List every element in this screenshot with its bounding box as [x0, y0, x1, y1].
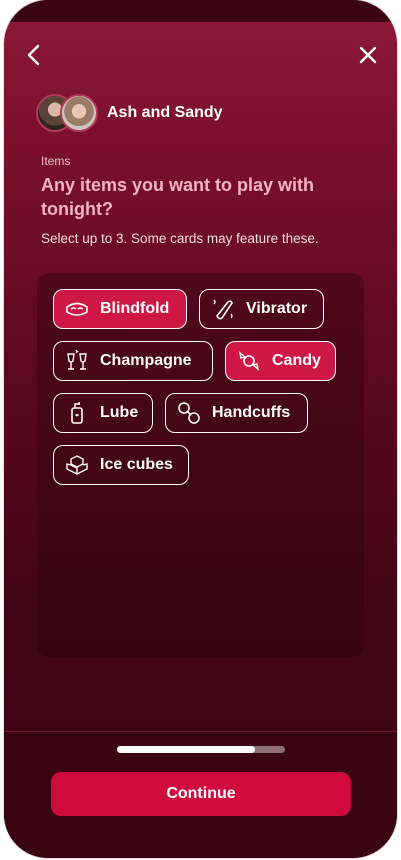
avatar [60, 94, 98, 132]
champagne-icon [64, 348, 90, 374]
couple-header: Ash and Sandy [36, 94, 223, 132]
candy-icon [236, 348, 262, 374]
continue-button[interactable]: Continue [51, 772, 351, 816]
item-label: Handcuffs [212, 404, 291, 421]
item-label: Candy [272, 352, 321, 369]
ice-cubes-icon [64, 452, 90, 478]
item-chip-handcuffs[interactable]: Handcuffs [165, 393, 308, 433]
section-label: Items [41, 154, 71, 168]
back-icon[interactable] [22, 42, 48, 68]
item-chip-vibrator[interactable]: Vibrator [199, 289, 324, 329]
item-label: Blindfold [100, 300, 170, 317]
item-chip-lube[interactable]: Lube [53, 393, 153, 433]
question-title: Any items you want to play with tonight? [41, 175, 315, 219]
handcuffs-icon [176, 400, 202, 426]
blindfold-icon [64, 296, 90, 322]
progress-fill [117, 746, 255, 753]
selection-hint: Select up to 3. Some cards may feature t… [41, 231, 319, 246]
progress-bar [117, 746, 285, 753]
vibrator-icon [210, 296, 236, 322]
item-label: Lube [100, 404, 139, 421]
phone-screen: Ash and Sandy Items Any items you want t… [4, 0, 397, 858]
couple-avatars [36, 94, 98, 132]
item-chip-champagne[interactable]: Champagne [53, 341, 213, 381]
close-icon[interactable] [355, 42, 381, 68]
status-bar [4, 0, 397, 22]
item-label: Ice cubes [100, 456, 173, 473]
item-label: Vibrator [246, 300, 308, 317]
item-chip-candy[interactable]: Candy [225, 341, 336, 381]
item-chip-blindfold[interactable]: Blindfold [53, 289, 187, 329]
couple-name: Ash and Sandy [107, 104, 223, 121]
item-chip-ice-cubes[interactable]: Ice cubes [53, 445, 189, 485]
item-label: Champagne [100, 352, 192, 369]
lube-icon [64, 400, 90, 426]
